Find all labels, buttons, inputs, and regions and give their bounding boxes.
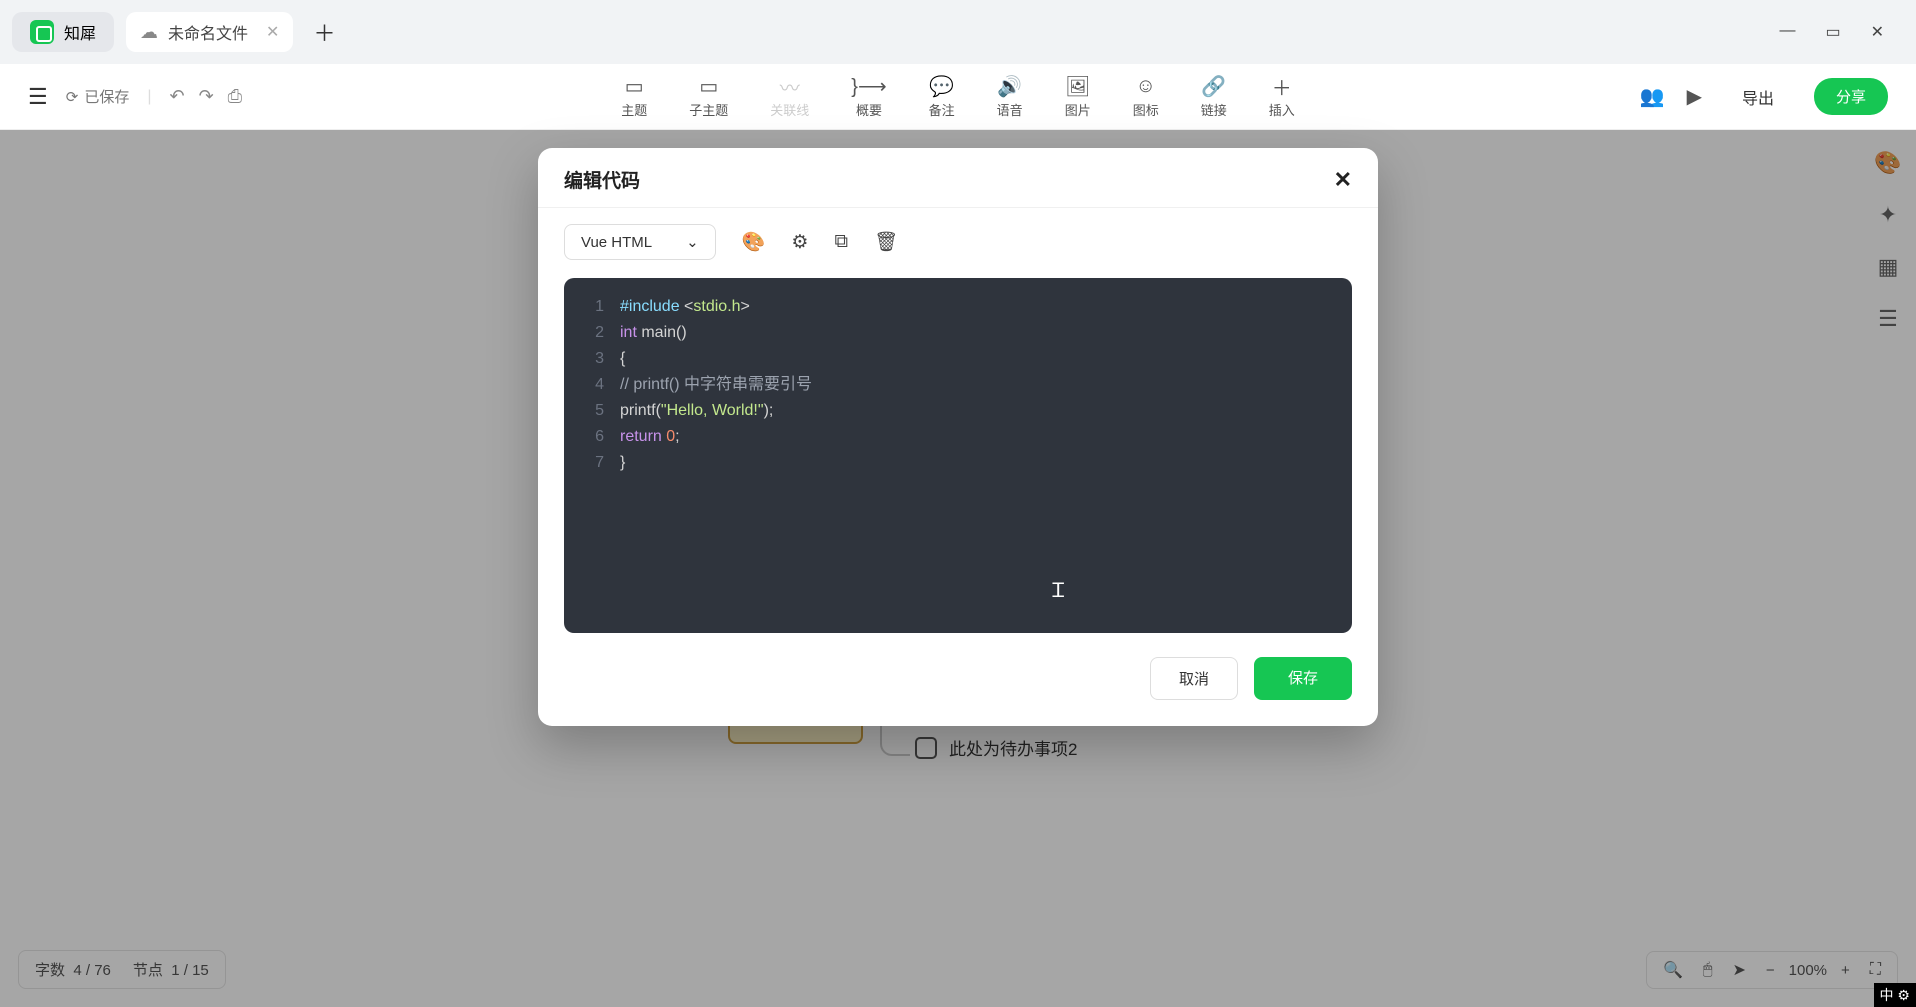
code-editor[interactable]: 1#include <stdio.h> 2int main() 3{ 4 // … bbox=[564, 278, 1352, 633]
code-editor-modal: 编辑代码 ✕ Vue HTML ⌄ 🎨 ⚙ ⧉ 🗑 1#include <std… bbox=[538, 148, 1378, 726]
theme-icon[interactable]: 🎨 bbox=[742, 230, 766, 254]
text-cursor-icon: Ꮖ bbox=[1052, 578, 1065, 604]
language-value: Vue HTML bbox=[581, 234, 652, 251]
language-selector[interactable]: Vue HTML ⌄ bbox=[564, 224, 716, 260]
ime-indicator: 中 ⚙ bbox=[1874, 983, 1916, 1007]
save-button[interactable]: 保存 bbox=[1254, 657, 1352, 700]
modal-close-button[interactable]: ✕ bbox=[1334, 167, 1352, 193]
chevron-down-icon: ⌄ bbox=[686, 233, 699, 251]
cancel-button[interactable]: 取消 bbox=[1150, 657, 1238, 700]
trash-icon[interactable]: 🗑 bbox=[874, 230, 898, 254]
copy-icon[interactable]: ⧉ bbox=[834, 231, 848, 253]
modal-backdrop: 编辑代码 ✕ Vue HTML ⌄ 🎨 ⚙ ⧉ 🗑 1#include <std… bbox=[0, 0, 1916, 1007]
modal-title: 编辑代码 bbox=[564, 166, 640, 193]
gear-icon[interactable]: ⚙ bbox=[791, 231, 808, 254]
